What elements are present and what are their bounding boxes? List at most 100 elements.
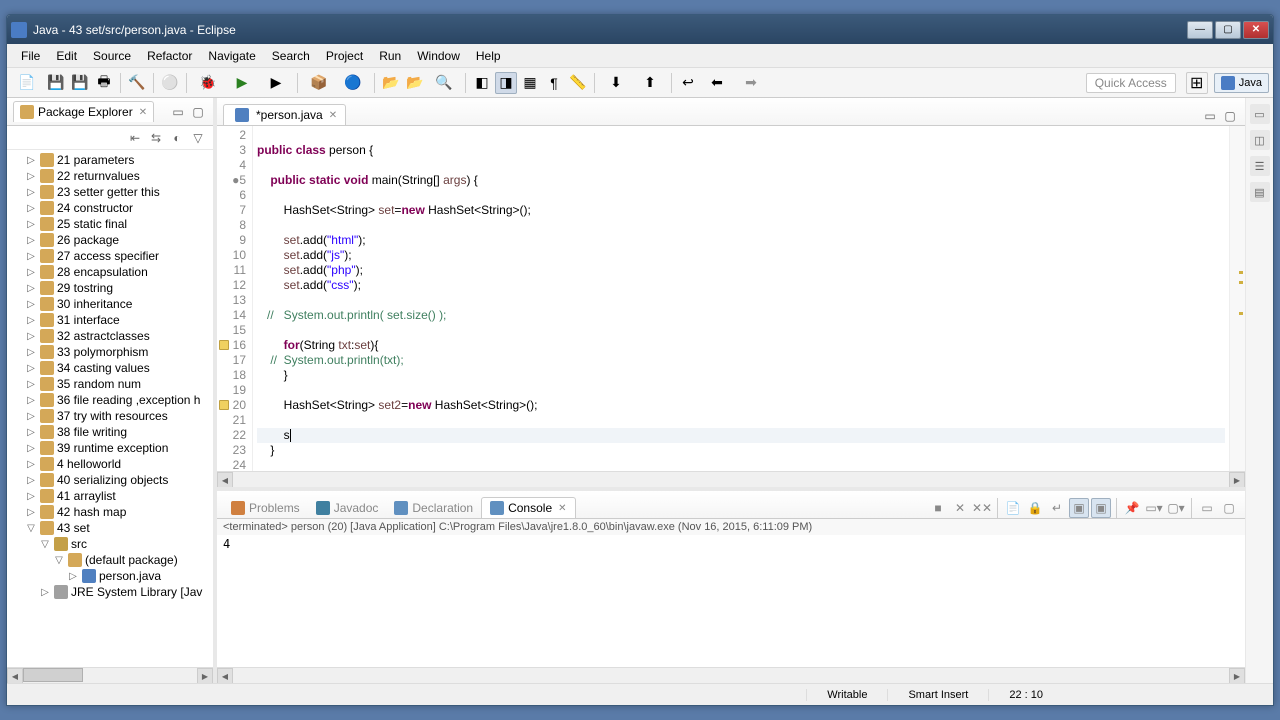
display-console-button[interactable]: ▭▾ [1144, 498, 1164, 518]
minimize-editor-button[interactable]: ▭ [1201, 107, 1219, 125]
back-button[interactable]: ⬅ [701, 72, 733, 94]
tree-item[interactable]: ▽src [7, 536, 213, 552]
new-button[interactable]: 📄 [11, 72, 43, 94]
overview-ruler[interactable] [1229, 126, 1245, 471]
tree-item[interactable]: ▷38 file writing [7, 424, 213, 440]
block-selection-button[interactable]: ▦ [519, 72, 541, 94]
tree-item[interactable]: ▷22 returnvalues [7, 168, 213, 184]
tree-item[interactable]: ▷21 parameters [7, 152, 213, 168]
minimize-panel-button[interactable]: ▭ [169, 103, 187, 121]
package-explorer-tree[interactable]: ▷21 parameters▷22 returnvalues▷23 setter… [7, 150, 213, 667]
menu-edit[interactable]: Edit [48, 47, 85, 65]
menu-search[interactable]: Search [264, 47, 318, 65]
tree-item[interactable]: ▷4 helloworld [7, 456, 213, 472]
tree-item[interactable]: ▷31 interface [7, 312, 213, 328]
maximize-editor-button[interactable]: ▢ [1221, 107, 1239, 125]
close-icon[interactable]: ✕ [139, 107, 147, 118]
ruler-button[interactable]: 📏 [567, 72, 589, 94]
maximize-console-button[interactable]: ▢ [1219, 498, 1239, 518]
toggle-mark-button[interactable]: ◨ [495, 72, 517, 94]
code-area[interactable]: public class person { public static void… [253, 126, 1229, 471]
menu-project[interactable]: Project [318, 47, 371, 65]
package-explorer-tab[interactable]: Package Explorer ✕ [13, 101, 154, 122]
pin-console-button[interactable]: 📌 [1122, 498, 1142, 518]
tree-item[interactable]: ▷32 astractclasses [7, 328, 213, 344]
maximize-panel-button[interactable]: ▢ [189, 103, 207, 121]
debug-button[interactable]: 🐞 [192, 72, 224, 94]
tab-problems[interactable]: Problems [223, 498, 308, 518]
open-console-button[interactable]: ▢▾ [1166, 498, 1186, 518]
last-edit-button[interactable]: ↩ [677, 72, 699, 94]
tree-item[interactable]: ▷27 access specifier [7, 248, 213, 264]
editor-gutter[interactable]: 234●567891011121314151617181920212223242… [217, 126, 253, 471]
tree-item[interactable]: ▷35 random num [7, 376, 213, 392]
minimize-console-button[interactable]: ▭ [1197, 498, 1217, 518]
titlebar[interactable]: Java - 43 set/src/person.java - Eclipse … [7, 15, 1273, 44]
terminate-button[interactable]: ■ [928, 498, 948, 518]
save-all-button[interactable]: 💾 [69, 72, 91, 94]
task-list-button[interactable]: ☰ [1250, 156, 1270, 176]
menu-navigate[interactable]: Navigate [200, 47, 263, 65]
search-button[interactable]: 🔍 [428, 72, 460, 94]
tree-item[interactable]: ▷42 hash map [7, 504, 213, 520]
tree-item[interactable]: ▷29 tostring [7, 280, 213, 296]
editor-tab-person[interactable]: *person.java ✕ [223, 104, 346, 125]
tab-javadoc[interactable]: Javadoc [308, 498, 387, 518]
tree-item[interactable]: ▷30 inheritance [7, 296, 213, 312]
tree-item[interactable]: ▷40 serializing objects [7, 472, 213, 488]
tree-item[interactable]: ▽(default package) [7, 552, 213, 568]
open-type-button[interactable]: 📂 [380, 72, 402, 94]
close-icon[interactable]: ✕ [329, 110, 337, 121]
tree-item[interactable]: ▷34 casting values [7, 360, 213, 376]
java-perspective-button[interactable]: Java [1214, 73, 1269, 93]
other-view-button[interactable]: ▤ [1250, 182, 1270, 202]
tree-item[interactable]: ▷39 runtime exception [7, 440, 213, 456]
show-on-err-button[interactable]: ▣ [1091, 498, 1111, 518]
new-type-button[interactable]: 🔵 [337, 72, 369, 94]
prev-annotation-button[interactable]: ⬆ [634, 72, 666, 94]
editor-body[interactable]: 234●567891011121314151617181920212223242… [217, 126, 1245, 471]
tree-item[interactable]: ▷37 try with resources [7, 408, 213, 424]
open-task-button[interactable]: 📂 [404, 72, 426, 94]
remove-all-button[interactable]: ✕✕ [972, 498, 992, 518]
console-output[interactable]: 4 [217, 535, 1245, 667]
editor-hscrollbar[interactable]: ◀ ▶ [217, 471, 1245, 487]
tree-item[interactable]: ▷28 encapsulation [7, 264, 213, 280]
print-button[interactable]: 🖶 [93, 72, 115, 94]
launch-button[interactable]: ▶ [260, 72, 292, 94]
tab-console[interactable]: Console✕ [481, 497, 575, 518]
tree-item[interactable]: ▷person.java [7, 568, 213, 584]
tree-item[interactable]: ▷24 constructor [7, 200, 213, 216]
menu-help[interactable]: Help [468, 47, 509, 65]
outline-view-button[interactable]: ◫ [1250, 130, 1270, 150]
show-on-out-button[interactable]: ▣ [1069, 498, 1089, 518]
tree-item[interactable]: ▷26 package [7, 232, 213, 248]
forward-button[interactable]: ➡ [735, 72, 767, 94]
word-wrap-button[interactable]: ↵ [1047, 498, 1067, 518]
tree-item[interactable]: ▷JRE System Library [Jav [7, 584, 213, 600]
tree-item[interactable]: ▷33 polymorphism [7, 344, 213, 360]
build-button[interactable]: 🔨 [126, 72, 148, 94]
explorer-hscrollbar[interactable]: ◀ ▶ [7, 667, 213, 683]
tree-item[interactable]: ▷25 static final [7, 216, 213, 232]
open-perspective-button[interactable]: ⊞ [1186, 72, 1208, 94]
skip-breakpoints-button[interactable]: ⚪ [159, 72, 181, 94]
menu-file[interactable]: File [13, 47, 48, 65]
run-button[interactable]: ▶ [226, 72, 258, 94]
tree-item[interactable]: ▽43 set [7, 520, 213, 536]
restore-view-button[interactable]: ▭ [1250, 104, 1270, 124]
scroll-lock-button[interactable]: 🔒 [1025, 498, 1045, 518]
clear-console-button[interactable]: 📄 [1003, 498, 1023, 518]
menu-refactor[interactable]: Refactor [139, 47, 200, 65]
menu-source[interactable]: Source [85, 47, 139, 65]
menu-run[interactable]: Run [371, 47, 409, 65]
tree-item[interactable]: ▷36 file reading ,exception h [7, 392, 213, 408]
console-hscrollbar[interactable]: ◀ ▶ [217, 667, 1245, 683]
quick-access-input[interactable]: Quick Access [1086, 73, 1176, 93]
maximize-button[interactable]: ▢ [1215, 21, 1241, 39]
menu-window[interactable]: Window [409, 47, 468, 65]
tree-item[interactable]: ▷41 arraylist [7, 488, 213, 504]
new-package-button[interactable]: 📦 [303, 72, 335, 94]
focus-button[interactable]: ◐ [168, 129, 186, 147]
tree-item[interactable]: ▷23 setter getter this [7, 184, 213, 200]
